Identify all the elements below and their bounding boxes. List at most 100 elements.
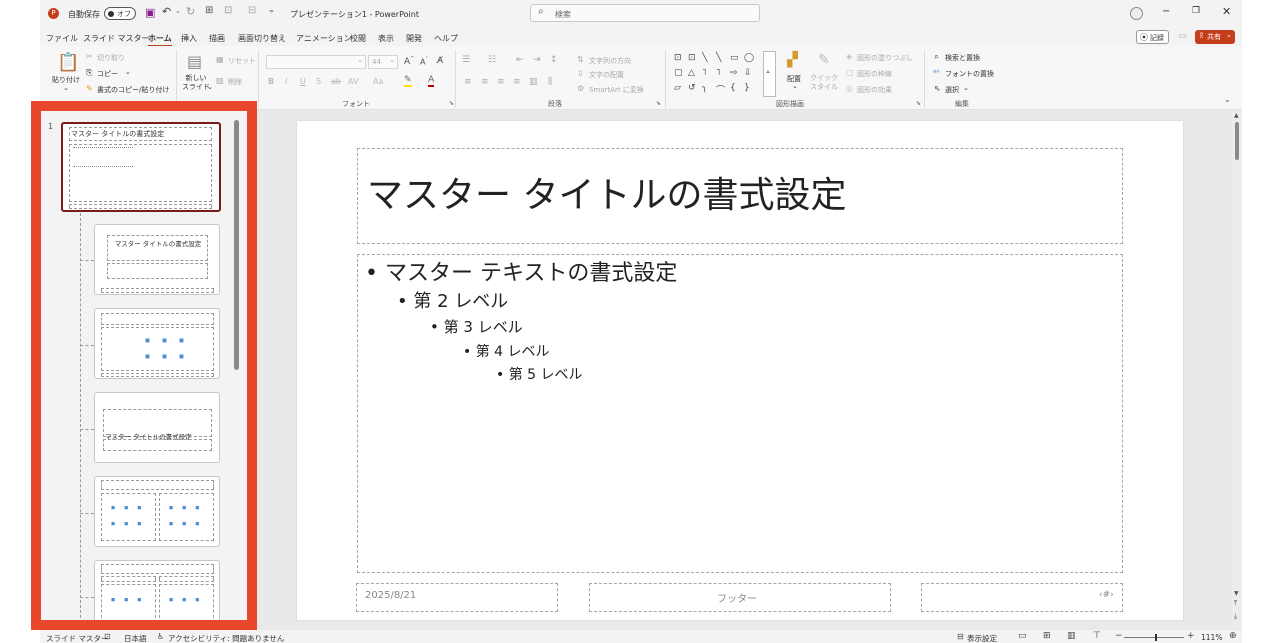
tab-view[interactable]: 表示 <box>378 33 394 44</box>
shape-outline-label[interactable]: 図形の枠線 <box>857 69 892 79</box>
text-direction-icon[interactable]: ⇅ <box>577 55 584 64</box>
align-right-icon[interactable]: ≡ <box>497 77 505 87</box>
tab-animations[interactable]: アニメーション <box>296 33 352 44</box>
tab-transitions[interactable]: 画面切り替え <box>238 33 286 44</box>
strikethrough-icon[interactable]: ab <box>331 77 341 86</box>
shape-effects-label[interactable]: 図形の効果 <box>857 85 892 95</box>
scroll-down-icon[interactable]: ▼ <box>1234 590 1239 597</box>
shadow-icon[interactable]: S <box>316 77 321 86</box>
align-text-label[interactable]: 文字の配置 <box>589 70 624 80</box>
restore-icon[interactable]: ❐ <box>1192 6 1200 16</box>
italic-icon[interactable]: I <box>285 77 287 86</box>
new-slide-label[interactable]: 新しい スライド <box>182 74 210 92</box>
bold-icon[interactable]: B <box>268 77 274 86</box>
layout-icon[interactable]: ⊡ <box>224 5 232 16</box>
align-left-icon[interactable]: ≡ <box>464 77 472 87</box>
quick-styles-label[interactable]: クイック スタイル <box>810 74 838 92</box>
spelling-check-icon[interactable]: ⊡ <box>104 632 111 641</box>
reading-view-icon[interactable]: ▥ <box>1067 631 1076 641</box>
replace-fonts-label[interactable]: フォントの置換 <box>945 69 994 79</box>
columns-icon[interactable]: ⫼ <box>548 77 552 87</box>
accessibility-label[interactable]: アクセシビリティ: 問題ありません <box>168 633 284 643</box>
paragraph-launcher-icon[interactable]: ⬊ <box>656 100 661 107</box>
highlight-icon[interactable]: ✎ <box>404 75 412 87</box>
underline-icon[interactable]: U <box>300 77 306 86</box>
shapes-gallery[interactable]: ⊡ ⊡ ╲ ╲ ▭ ◯ ▢ △ ˥ ˥ ⇨ ⇩ ▱ ↺ ╮ ⌒ { } ⩡ <box>672 51 778 97</box>
right-arrow-shape-icon[interactable]: ⇨ <box>730 68 738 78</box>
arc-shape-icon[interactable]: ╮ <box>702 83 707 93</box>
bullets-icon[interactable]: ☰ <box>462 55 470 65</box>
justify-icon[interactable]: ≡ <box>513 77 521 87</box>
format-icon[interactable]: ⊟ <box>248 5 256 16</box>
font-size-box[interactable]: 44 ⌄ <box>368 55 398 69</box>
slide-number-placeholder[interactable] <box>921 583 1123 612</box>
cut-label[interactable]: 切り取り <box>97 53 125 63</box>
reset-label[interactable]: リセット <box>228 56 256 66</box>
paste-dropdown-icon[interactable]: ⌄ <box>63 84 69 92</box>
oval-shape-icon[interactable]: ◯ <box>744 53 754 63</box>
redo-icon[interactable]: ↻ <box>186 5 195 18</box>
zoom-out-icon[interactable]: − <box>1115 631 1123 641</box>
text-direction-label[interactable]: 文字列の方向 <box>589 56 631 66</box>
triangle-shape-icon[interactable]: △ <box>688 68 695 78</box>
undo-icon[interactable]: ↶ <box>162 5 171 18</box>
tab-slide-master[interactable]: スライド マスター <box>83 33 150 44</box>
new-slide-icon[interactable]: ▤ <box>187 52 202 71</box>
collapse-ribbon-icon[interactable]: ⌄ <box>1224 95 1231 104</box>
arrange-icon[interactable]: ▞ <box>787 52 798 68</box>
normal-view-icon[interactable]: ▭ <box>1018 631 1027 641</box>
account-avatar[interactable] <box>1130 7 1143 20</box>
curve-shape-icon[interactable]: ↺ <box>688 83 696 93</box>
elbow-connector-shape-icon[interactable]: ˥ <box>702 68 706 78</box>
format-painter-label[interactable]: 書式のコピー/貼り付け <box>97 85 169 95</box>
slide-sorter-icon[interactable]: ⊞ <box>1043 631 1051 641</box>
new-slide-dropdown-icon[interactable]: ⌄ <box>207 83 213 91</box>
select-label[interactable]: 選択 <box>945 85 959 95</box>
minimize-icon[interactable]: − <box>1162 6 1170 17</box>
align-text-icon[interactable]: ⇳ <box>577 69 584 78</box>
copy-dropdown-icon[interactable]: ⌄ <box>125 68 131 76</box>
zoom-in-icon[interactable]: + <box>1187 631 1195 641</box>
numbering-icon[interactable]: ☷ <box>488 55 496 65</box>
slideshow-icon[interactable]: ⊤ <box>1093 631 1101 641</box>
slide-canvas[interactable]: マスター タイトルの書式設定 • マスター テキストの書式設定 • 第 2 レベ… <box>297 121 1183 620</box>
line-shape-icon[interactable]: ╲ <box>702 53 707 63</box>
find-replace-label[interactable]: 検索と置換 <box>945 53 980 63</box>
tab-file[interactable]: ファイル <box>46 33 78 44</box>
customize-qat-icon[interactable]: ⩦ <box>269 6 274 16</box>
rounded-rect-shape-icon[interactable]: ▢ <box>674 68 683 78</box>
present-icon[interactable]: ⊞ <box>205 5 213 16</box>
shrink-font-icon[interactable]: Aˇ <box>420 57 428 67</box>
zoom-level[interactable]: 111% <box>1201 633 1222 642</box>
tab-home[interactable]: ホーム <box>148 33 172 47</box>
close-icon[interactable]: ✕ <box>1222 5 1231 18</box>
textbox-shape-icon[interactable]: ⊡ <box>674 53 682 63</box>
tab-review[interactable]: 校閲 <box>350 33 366 44</box>
rectangle-shape-icon[interactable]: ▭ <box>730 53 739 63</box>
autosave-toggle[interactable]: オフ <box>104 7 136 20</box>
shape-fill-label[interactable]: 図形の塗りつぶし <box>857 53 913 63</box>
right-brace-shape-icon[interactable]: } <box>744 83 750 93</box>
next-slide-icon[interactable]: ⤓ <box>1234 612 1237 621</box>
save-icon[interactable]: ▣ <box>145 6 155 19</box>
font-color-icon[interactable]: A <box>428 75 435 87</box>
line-arrow-shape-icon[interactable]: ╲ <box>716 53 721 63</box>
display-settings-icon[interactable]: ⊟ <box>957 632 964 641</box>
shapes-scroll[interactable]: ⩡ <box>763 51 776 97</box>
main-scrollbar[interactable]: ▲ ▼ ⤒ ⤓ <box>1232 112 1242 628</box>
tab-help[interactable]: ヘルプ <box>434 33 458 44</box>
record-button[interactable]: ⦿ 記録 <box>1136 30 1169 44</box>
share-button[interactable]: ⇪ 共有 ⌄ <box>1195 30 1235 44</box>
quick-styles-icon[interactable]: ✎ <box>818 52 830 68</box>
scroll-up-icon[interactable]: ▲ <box>1234 112 1239 119</box>
change-case-icon[interactable]: Aa <box>373 77 383 86</box>
delete-label[interactable]: 削除 <box>228 77 242 87</box>
clear-format-icon[interactable]: A̸ <box>437 56 443 66</box>
distribute-icon[interactable]: ▥ <box>529 77 538 87</box>
font-launcher-icon[interactable]: ⬊ <box>449 100 454 107</box>
elbow-arrow-shape-icon[interactable]: ˥ <box>716 68 720 78</box>
scroll-thumb[interactable] <box>1235 122 1239 160</box>
accessibility-icon[interactable]: ♿ <box>157 632 164 641</box>
decrease-indent-icon[interactable]: ⇤ <box>516 55 524 65</box>
snip-rect-shape-icon[interactable]: ▱ <box>674 83 681 93</box>
